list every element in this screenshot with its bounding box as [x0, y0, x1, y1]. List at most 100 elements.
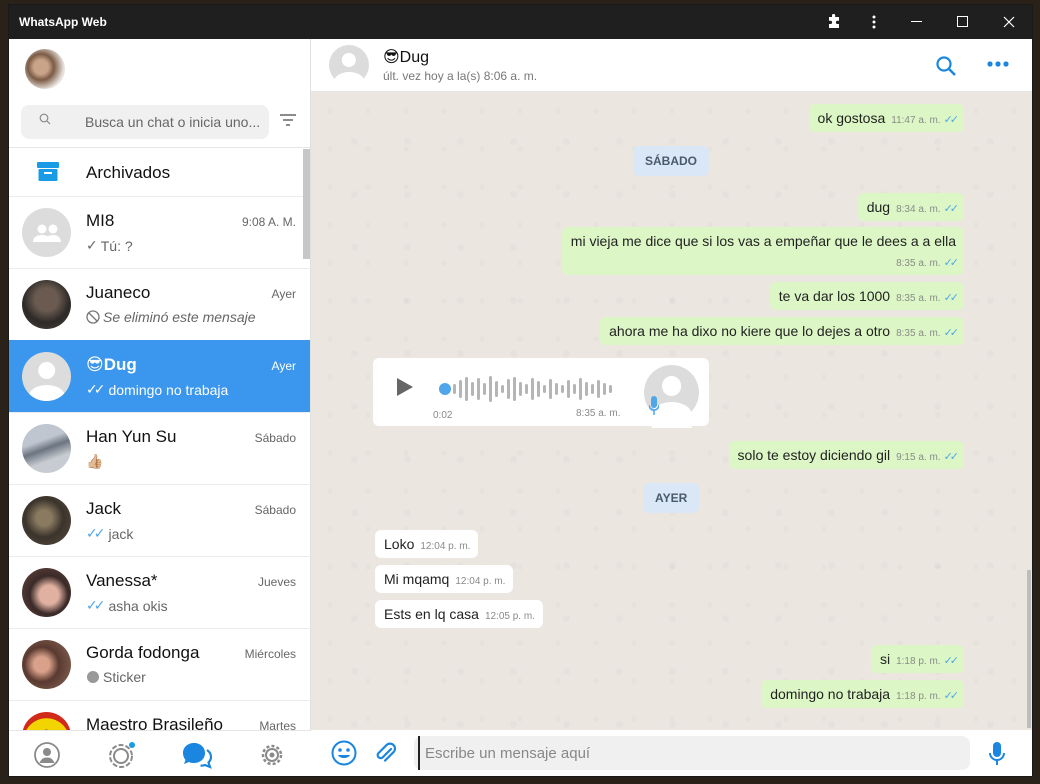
message-time: 1:18 p. m.: [896, 691, 941, 702]
message-bubble-in[interactable]: Ests en lq casa 12:05 p. m.: [375, 600, 543, 628]
message-bubble-out[interactable]: solo te estoy diciendo gil 9:15 a. m. ✓✓: [728, 441, 964, 469]
message-bubble-out[interactable]: te va dar los 1000 8:35 a. m. ✓✓: [769, 282, 964, 310]
chat-item[interactable]: Jack Sábado ✓✓ jack: [9, 484, 310, 556]
message-bubble-in[interactable]: Mi mqamq 12:04 p. m.: [375, 565, 514, 593]
chat-name: Jack: [86, 499, 121, 518]
microphone-icon: [649, 396, 659, 415]
message-time: 9:15 a. m.: [896, 452, 941, 463]
chat-time: Ayer: [271, 287, 296, 301]
voice-message[interactable]: 0:02 8:35 a. m.: [373, 358, 709, 426]
maximize-button[interactable]: [940, 5, 986, 39]
chat-preview: ✓✓ domingo no trabaja: [86, 381, 228, 398]
message-time: 12:04 p. m.: [455, 576, 506, 587]
message-text: te va dar los 1000: [778, 288, 891, 304]
date-separator: SÁBADO: [633, 146, 710, 176]
profile-avatar[interactable]: [25, 49, 65, 89]
chat-name: Gorda fodonga: [86, 643, 200, 662]
message-text: Ests en lq casa: [384, 606, 479, 622]
chat-time: Sábado: [254, 503, 296, 517]
message-bubble-out[interactable]: si 1:18 p. m. ✓✓: [870, 645, 964, 673]
chat-preview-text: asha okis: [108, 597, 168, 614]
message-time: 8:35 a. m.: [896, 293, 941, 304]
chat-name: Vanessa*: [86, 571, 158, 590]
microphone-icon[interactable]: [989, 741, 1005, 767]
message-input[interactable]: [418, 736, 958, 770]
minimize-button[interactable]: [894, 5, 940, 39]
play-icon[interactable]: [395, 376, 415, 398]
nav-status-button[interactable]: [84, 731, 159, 777]
message-text: Mi mqamq: [384, 571, 450, 587]
chat-preview-text: Tú: ?: [100, 237, 133, 254]
read-ticks-icon: ✓✓: [943, 327, 960, 339]
read-ticks-icon: ✓✓: [943, 690, 960, 702]
chat-list: MI8 9:08 A. M. ✓ Tú: ? Juaneco Ayer Se e…: [9, 196, 310, 772]
status-icon: [108, 741, 135, 768]
messages-scrollbar[interactable]: [1027, 570, 1031, 728]
message-bubble-out[interactable]: ahora me ha dixo no kiere que lo dejes a…: [600, 317, 964, 345]
contact-avatar: [22, 424, 71, 473]
extensions-puzzle-icon[interactable]: [814, 5, 854, 39]
chat-preview: ✓✓ asha okis: [86, 597, 168, 614]
chat-item[interactable]: Vanessa* Jueves ✓✓ asha okis: [9, 556, 310, 628]
search-box: [21, 105, 269, 139]
chat-preview-text: Se eliminó este mensaje: [103, 309, 256, 325]
filter-icon[interactable]: [279, 113, 297, 127]
nav-settings-button[interactable]: [234, 731, 309, 777]
message-text: ahora me ha dixo no kiere que lo dejes a…: [609, 323, 891, 339]
message-time: 8:35 a. m.: [576, 408, 621, 419]
chat-item[interactable]: Gorda fodonga Miércoles Sticker: [9, 628, 310, 700]
message-text: dug: [866, 199, 891, 215]
message-bubble-in[interactable]: Loko 12:04 p. m.: [375, 530, 479, 558]
read-ticks-icon: ✓✓: [86, 381, 106, 397]
chat-item-active[interactable]: 😎Dug Ayer ✓✓ domingo no trabaja: [9, 340, 310, 412]
message-time: 12:04 p. m.: [420, 541, 471, 552]
gear-icon: [261, 744, 282, 765]
attach-paperclip-icon[interactable]: [373, 740, 397, 766]
contact-avatar: [22, 280, 71, 329]
search-icon[interactable]: [935, 55, 957, 77]
chat-preview-text: 👍🏼: [86, 453, 104, 469]
message-time: 8:35 a. m.: [896, 258, 941, 269]
message-bubble-out[interactable]: dug 8:34 a. m. ✓✓: [857, 193, 964, 221]
message-bubble-out[interactable]: ok gostosa 11:47 a. m. ✓✓: [808, 104, 964, 132]
emoji-icon[interactable]: [331, 740, 357, 766]
read-ticks-icon: ✓✓: [86, 525, 106, 541]
chat-name: Juaneco: [86, 283, 151, 302]
message-bubble-out[interactable]: mi vieja me dice que si los vas a empeña…: [561, 227, 964, 275]
chat-name: 😎Dug: [86, 355, 137, 374]
person-icon: [33, 741, 60, 768]
archived-row[interactable]: Archivados: [9, 147, 310, 196]
chat-preview: Se eliminó este mensaje: [86, 309, 256, 325]
sidebar-scrollbar[interactable]: [303, 149, 310, 259]
conversation-header[interactable]: 😎Dug últ. vez hoy a la(s) 8:06 a. m.: [311, 39, 1032, 92]
playback-position-dot[interactable]: [439, 383, 451, 395]
message-area[interactable]: ok gostosa 11:47 a. m. ✓✓ SÁBADO dug 8:34 a…: [311, 92, 1032, 730]
close-button[interactable]: [986, 5, 1032, 39]
chat-item[interactable]: MI8 9:08 A. M. ✓ Tú: ?: [9, 196, 310, 268]
more-options-icon[interactable]: [987, 61, 1009, 67]
message-time: 8:34 a. m.: [896, 204, 941, 215]
nav-chats-button[interactable]: [159, 731, 234, 777]
contact-avatar: [22, 640, 71, 689]
contact-name[interactable]: 😎Dug: [383, 47, 429, 67]
bottom-nav: [9, 730, 311, 777]
kebab-menu-icon[interactable]: [854, 5, 894, 39]
sticker-icon: [87, 671, 99, 683]
read-ticks-icon: ✓✓: [943, 451, 960, 463]
message-bubble-out[interactable]: domingo no trabaja 1:18 p. m. ✓✓: [761, 680, 964, 708]
chat-time: Sábado: [254, 431, 296, 445]
group-icon: [32, 224, 61, 242]
read-ticks-icon: ✓✓: [86, 597, 106, 613]
chat-preview: 👍🏼: [86, 453, 103, 470]
chat-preview-text: jack: [108, 525, 134, 542]
contact-avatar[interactable]: [329, 45, 369, 85]
nav-profile-button[interactable]: [9, 731, 84, 777]
chat-item[interactable]: Han Yun Su Sábado 👍🏼: [9, 412, 310, 484]
chat-item[interactable]: Juaneco Ayer Se eliminó este mensaje: [9, 268, 310, 340]
group-avatar: [22, 208, 71, 257]
message-text: si: [879, 651, 891, 667]
search-input[interactable]: [85, 105, 265, 139]
message-text: Loko: [384, 536, 415, 552]
default-avatar: [22, 352, 71, 401]
search-icon: [39, 113, 51, 125]
